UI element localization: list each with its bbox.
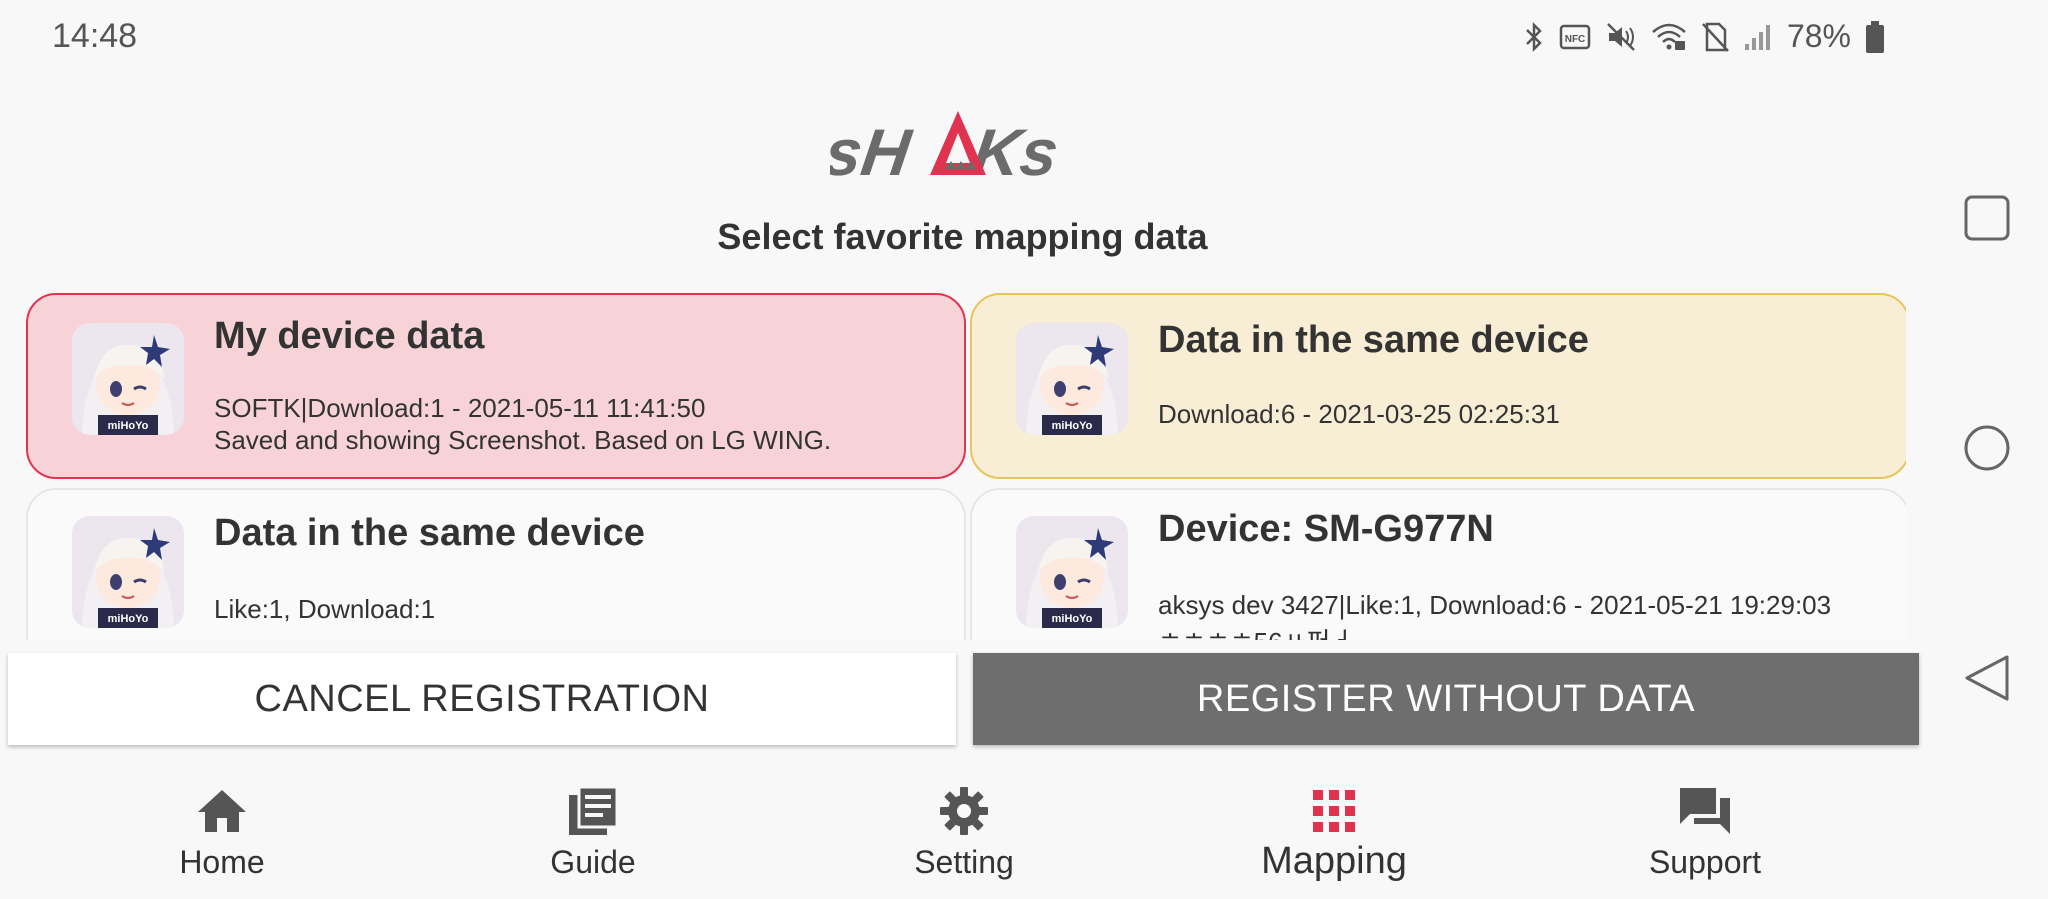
status-bar: 14:48 NFC 78% <box>0 0 1925 74</box>
clock: 14:48 <box>52 17 138 55</box>
bottom-nav: Home Guide Setting Mapping Support <box>0 770 1925 899</box>
svg-text:miHoYo: miHoYo <box>108 420 149 432</box>
nav-home[interactable]: Home <box>122 770 322 899</box>
cancel-registration-button[interactable]: CANCEL REGISTRATION <box>8 653 956 745</box>
game-thumbnail: miHoYo <box>1016 323 1128 435</box>
mapping-data-list[interactable]: miHoYo My device data SOFTK|Download:1 -… <box>20 290 1906 640</box>
chat-icon <box>1678 782 1732 840</box>
no-sim-icon <box>1701 21 1729 53</box>
signal-icon <box>1743 22 1773 52</box>
mute-icon <box>1605 21 1637 53</box>
nfc-icon: NFC <box>1559 23 1591 51</box>
gear-icon <box>939 782 989 840</box>
back-button[interactable] <box>1961 652 2013 704</box>
svg-text:NFC: NFC <box>1565 34 1586 45</box>
game-thumbnail: miHoYo <box>72 323 184 435</box>
svg-text:miHoYo: miHoYo <box>1052 420 1093 432</box>
svg-text:sH: sH <box>830 116 917 183</box>
battery-percentage: 78% <box>1786 18 1851 54</box>
nav-mapping[interactable]: Mapping <box>1234 770 1434 899</box>
system-home-button[interactable] <box>1961 422 2013 474</box>
card-description: ㅎㅎㅎㅎ56ㅛ퍼ㅓ <box>1158 622 1354 640</box>
register-without-data-button[interactable]: REGISTER WITHOUT DATA <box>973 653 1919 745</box>
nav-label: Setting <box>914 844 1014 880</box>
wifi-icon <box>1651 22 1687 52</box>
mapping-card-sm-g977n[interactable]: miHoYo Device: SM-G977N aksys dev 3427|L… <box>970 488 1906 640</box>
battery-icon <box>1865 20 1885 54</box>
card-info: Download:6 - 2021-03-25 02:25:31 <box>1158 399 1560 429</box>
nav-label: Support <box>1648 844 1762 880</box>
nav-label: Mapping <box>1261 840 1407 882</box>
game-thumbnail: miHoYo <box>72 516 184 628</box>
mapping-card-my-device[interactable]: miHoYo My device data SOFTK|Download:1 -… <box>26 293 966 479</box>
system-nav-rail <box>1925 0 2048 899</box>
card-title: Data in the same device <box>1158 319 1589 361</box>
game-thumbnail: miHoYo <box>1016 516 1128 628</box>
card-title: Device: SM-G977N <box>1158 508 1494 550</box>
recents-button[interactable] <box>1961 192 2013 244</box>
nav-guide[interactable]: Guide <box>493 770 693 899</box>
nav-label: Home <box>179 844 265 880</box>
nav-support[interactable]: Support <box>1605 770 1805 899</box>
nav-setting[interactable]: Setting <box>864 770 1064 899</box>
mapping-card-same-device-2[interactable]: miHoYo Data in the same device Like:1, D… <box>26 488 966 640</box>
card-title: Data in the same device <box>214 512 645 554</box>
bluetooth-icon <box>1523 21 1545 53</box>
svg-text:miHoYo: miHoYo <box>108 613 149 625</box>
card-title: My device data <box>214 315 485 357</box>
svg-text:miHoYo: miHoYo <box>1052 613 1093 625</box>
nav-label: Guide <box>550 844 636 880</box>
card-info: Like:1, Download:1 <box>214 594 436 624</box>
card-info: SOFTK|Download:1 - 2021-05-11 11:41:50 <box>214 393 706 423</box>
card-info: aksys dev 3427|Like:1, Download:6 - 2021… <box>1158 590 1832 620</box>
shaks-logo: sH Ks <box>820 105 1100 190</box>
home-icon <box>196 782 248 840</box>
page-title: Select favorite mapping data <box>717 216 1208 257</box>
mapping-card-same-device-1[interactable]: miHoYo Data in the same device Download:… <box>970 293 1906 479</box>
card-description: Saved and showing Screenshot. Based on L… <box>214 425 832 455</box>
grid-icon <box>1312 782 1356 840</box>
status-icons: NFC 78% <box>1523 18 1885 55</box>
guide-icon <box>567 782 619 840</box>
